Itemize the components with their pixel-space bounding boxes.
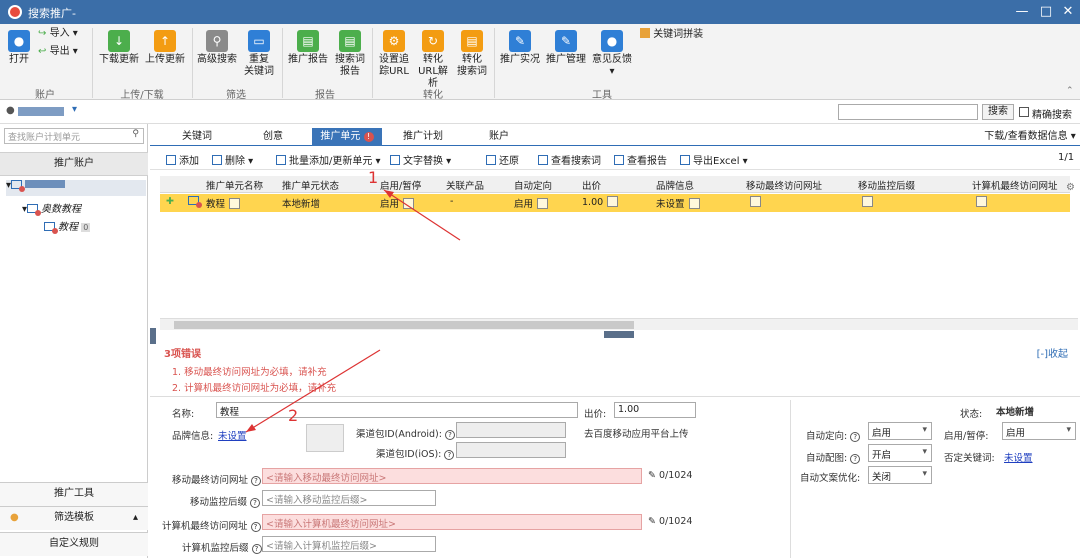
annotation-number-2: 2 xyxy=(288,406,299,425)
annotation-number-1: 1 xyxy=(368,168,379,187)
annotation-arrows xyxy=(245,189,461,433)
